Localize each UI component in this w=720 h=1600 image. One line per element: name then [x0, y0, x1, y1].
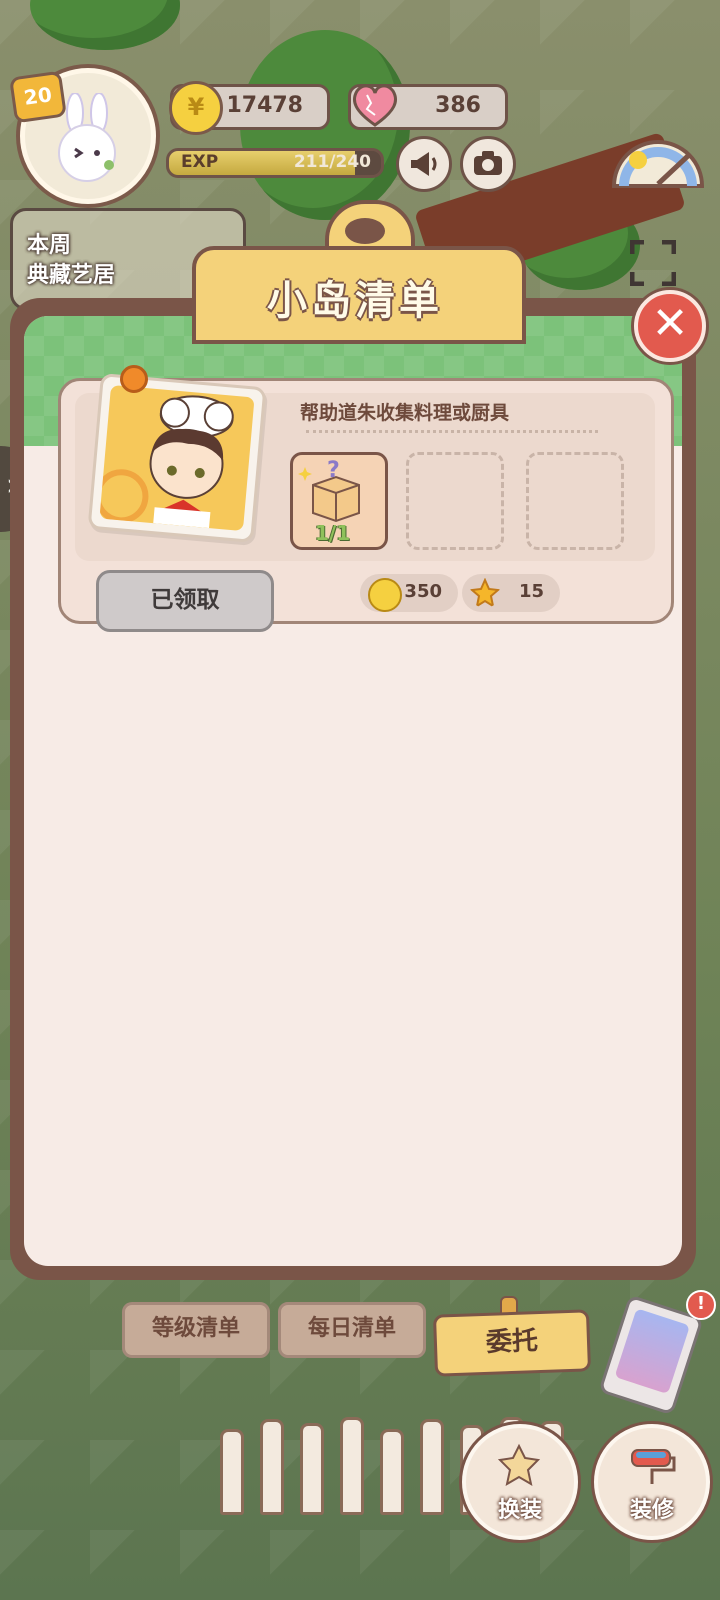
- close-icon: ✕: [651, 298, 689, 349]
- item-count: 1/1: [315, 521, 351, 545]
- task-description: 帮助道朱收集料理或厨具: [300, 402, 510, 424]
- coin-counter[interactable]: ¥ 17478: [169, 81, 330, 135]
- tab-level-list[interactable]: 等级清单: [122, 1302, 270, 1358]
- claimed-button[interactable]: 已领取: [96, 570, 274, 632]
- announcement-button[interactable]: [396, 136, 452, 192]
- heart-amount: 386: [435, 93, 481, 118]
- pin-icon: [120, 365, 148, 393]
- player-level-badge: 20: [9, 70, 67, 124]
- svg-text:?: ?: [327, 458, 340, 483]
- paint-roller-icon: [631, 1449, 676, 1484]
- heart-counter[interactable]: 386: [348, 84, 508, 130]
- camera-icon: [474, 151, 502, 175]
- item-slot-3: [526, 452, 624, 550]
- mystery-box-icon: ?: [298, 458, 360, 523]
- star-reward: 15: [462, 574, 560, 612]
- tab-daily-list[interactable]: 每日清单: [278, 1302, 426, 1358]
- outfit-button[interactable]: 换装: [462, 1424, 578, 1540]
- exp-value: 211/240: [293, 152, 371, 172]
- coin-reward: 350: [360, 574, 458, 612]
- panel-title-tab: 小岛清单: [192, 200, 526, 344]
- heart-icon: [352, 84, 398, 127]
- megaphone-icon: [411, 152, 437, 176]
- item-slot-1[interactable]: ? 1/1: [290, 452, 388, 550]
- npc-portrait: [87, 373, 267, 543]
- phone-screen: [614, 1308, 690, 1395]
- coin-reward-value: 350: [404, 581, 442, 602]
- coin-icon: ¥: [169, 81, 223, 135]
- star-reward-value: 15: [518, 581, 544, 602]
- exp-progress-bar: EXP 211/240: [166, 148, 384, 178]
- close-button[interactable]: ✕: [634, 290, 706, 362]
- weather-dial-icon[interactable]: [608, 130, 708, 190]
- tab-commission[interactable]: 委托: [432, 1309, 592, 1377]
- decorate-button[interactable]: 装修: [594, 1424, 710, 1540]
- chef-character-icon: [99, 395, 234, 532]
- dotted-divider: [306, 430, 598, 433]
- decorate-label: 装修: [629, 1498, 674, 1523]
- weekly-banner-line-1: 本周: [27, 233, 72, 258]
- coin-amount: 17478: [226, 93, 303, 118]
- star-icon: [470, 578, 500, 608]
- weekly-banner-line-2: 典藏艺居: [27, 263, 116, 288]
- exp-label: EXP: [181, 152, 219, 172]
- camera-button[interactable]: [460, 136, 516, 192]
- notification-badge: !: [686, 1290, 716, 1320]
- item-slot-2: [406, 452, 504, 550]
- outfit-icon: [497, 1443, 541, 1487]
- coin-icon: [368, 578, 402, 612]
- panel-title: 小岛清单: [267, 278, 443, 324]
- outfit-label: 换装: [497, 1498, 542, 1523]
- fullscreen-icon[interactable]: [630, 240, 676, 286]
